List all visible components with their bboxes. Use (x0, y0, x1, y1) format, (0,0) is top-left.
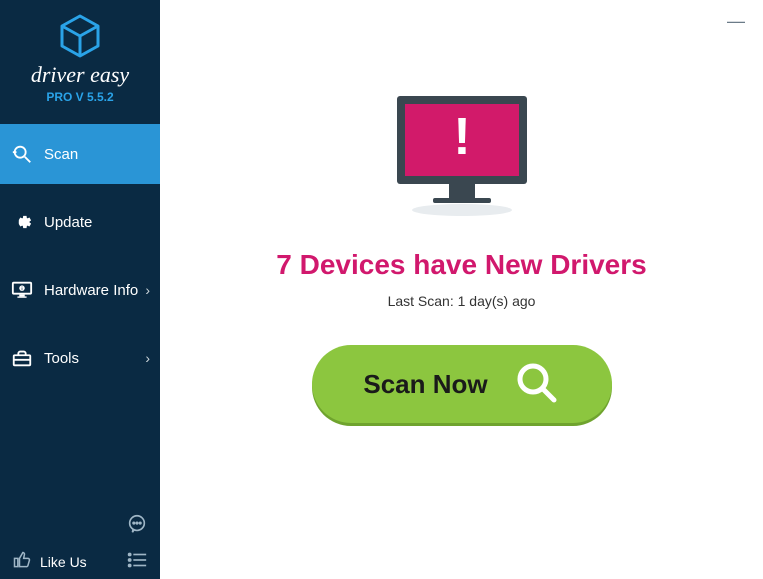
monitor-info-icon: i (10, 280, 34, 300)
last-scan-text: Last Scan: 1 day(s) ago (388, 293, 536, 309)
version-label: PRO V 5.5.2 (0, 90, 160, 104)
main-panel: — ! 7 Devices have New Drivers Last Scan… (160, 0, 763, 579)
toolbox-icon (10, 348, 34, 368)
sidebar-bottom: Like Us (0, 503, 160, 579)
sidebar-item-update[interactable]: Update (0, 192, 160, 252)
search-icon (514, 360, 560, 409)
minimize-button[interactable]: — (723, 8, 749, 34)
svg-text:!: ! (453, 108, 470, 166)
sidebar-item-label: Update (44, 214, 92, 231)
status-headline: 7 Devices have New Drivers (276, 249, 646, 281)
sidebar: driver easy PRO V 5.5.2 Scan Update (0, 0, 160, 579)
scan-now-button[interactable]: Scan Now (312, 345, 612, 423)
sidebar-item-scan[interactable]: Scan (0, 124, 160, 184)
gear-icon (10, 212, 34, 232)
alert-monitor-icon: ! (387, 90, 537, 225)
list-menu-icon[interactable] (126, 551, 148, 572)
thumbs-up-icon[interactable] (12, 550, 32, 573)
sidebar-item-label: Hardware Info (44, 282, 138, 299)
svg-text:i: i (21, 286, 22, 291)
sidebar-item-label: Scan (44, 146, 78, 163)
nav-list: Scan Update i Hardware Info › (0, 124, 160, 388)
sidebar-item-hardware-info[interactable]: i Hardware Info › (0, 260, 160, 320)
chevron-right-icon: › (145, 282, 150, 298)
sidebar-item-tools[interactable]: Tools › (0, 328, 160, 388)
cube-logo-icon (56, 12, 104, 60)
like-us-label: Like Us (40, 554, 87, 570)
scan-button-label: Scan Now (363, 369, 487, 400)
brand-name: driver easy (0, 62, 160, 88)
logo-block: driver easy PRO V 5.5.2 (0, 0, 160, 112)
scan-icon (10, 143, 34, 165)
chevron-right-icon: › (145, 350, 150, 366)
sidebar-item-label: Tools (44, 350, 79, 367)
chat-icon[interactable] (126, 513, 148, 540)
